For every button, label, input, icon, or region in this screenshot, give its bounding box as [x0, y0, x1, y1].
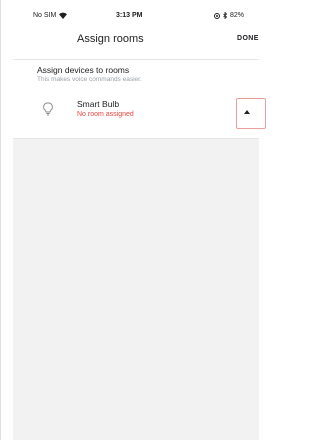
status-right: 82%: [214, 12, 244, 19]
section-subtitle: This makes voice commands easier.: [37, 76, 142, 83]
app-bar: Assign rooms DONE: [13, 24, 259, 60]
status-bar: No SIM 3:13 PM 82%: [13, 0, 259, 24]
chevron-up-icon: [244, 110, 250, 114]
phone-screen: No SIM 3:13 PM 82% Assign rooms DONE Ass…: [13, 0, 266, 440]
section-header: Assign devices to rooms This makes voice…: [13, 60, 259, 90]
status-left: No SIM: [33, 12, 68, 19]
assign-room-button[interactable]: [236, 98, 266, 129]
location-icon: [214, 12, 220, 19]
page-title: Assign rooms: [77, 33, 144, 45]
carrier-text: No SIM: [33, 12, 57, 19]
section-title: Assign devices to rooms: [37, 65, 130, 75]
device-status: No room assigned: [77, 111, 134, 118]
status-time: 3:13 PM: [116, 12, 143, 19]
device-name: Smart Bulb: [77, 99, 120, 109]
device-row[interactable]: Smart Bulb No room assigned: [13, 90, 266, 139]
done-button[interactable]: DONE: [237, 35, 259, 42]
wifi-icon: [59, 12, 68, 19]
lightbulb-icon: [43, 102, 53, 116]
frame-edge: [0, 0, 1, 440]
content-area: Assign devices to rooms This makes voice…: [13, 60, 266, 440]
bluetooth-icon: [223, 12, 227, 19]
battery-text: 82%: [230, 12, 245, 19]
